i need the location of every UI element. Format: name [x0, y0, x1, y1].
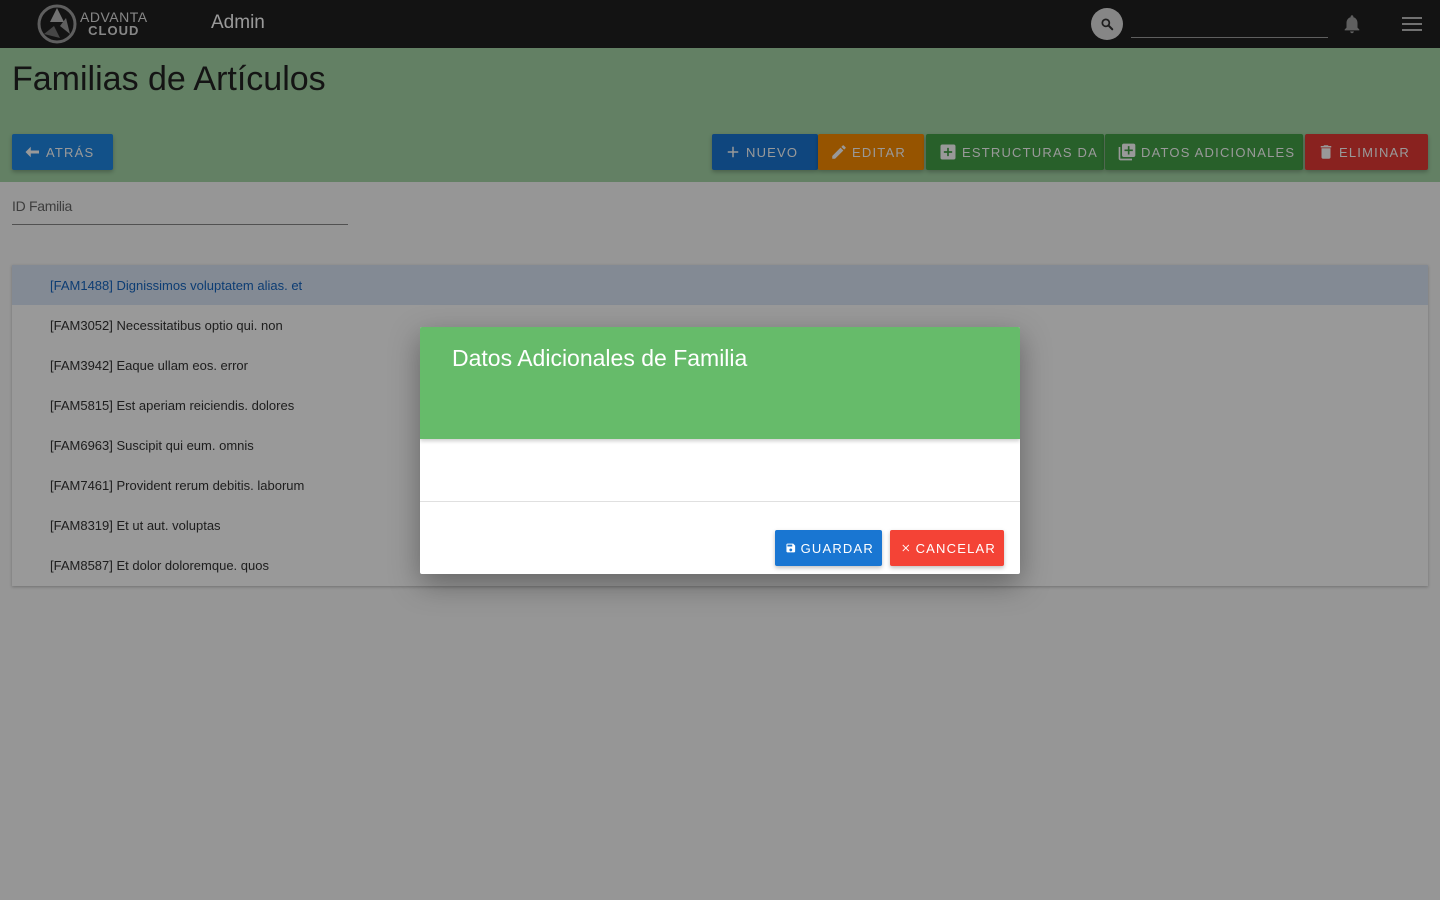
additional-data-dialog: Datos Adicionales de Familia GUARDAR CAN… — [420, 327, 1020, 574]
save-button[interactable]: GUARDAR — [775, 530, 882, 566]
cancel-button[interactable]: CANCELAR — [890, 530, 1004, 566]
dialog-title: Datos Adicionales de Familia — [452, 345, 748, 371]
save-icon — [786, 543, 796, 553]
save-button-label: GUARDAR — [800, 540, 874, 556]
dialog-divider — [420, 501, 1020, 502]
cancel-button-label: CANCELAR — [915, 540, 996, 556]
dialog-header: Datos Adicionales de Familia — [420, 327, 1020, 439]
close-icon — [902, 544, 910, 552]
